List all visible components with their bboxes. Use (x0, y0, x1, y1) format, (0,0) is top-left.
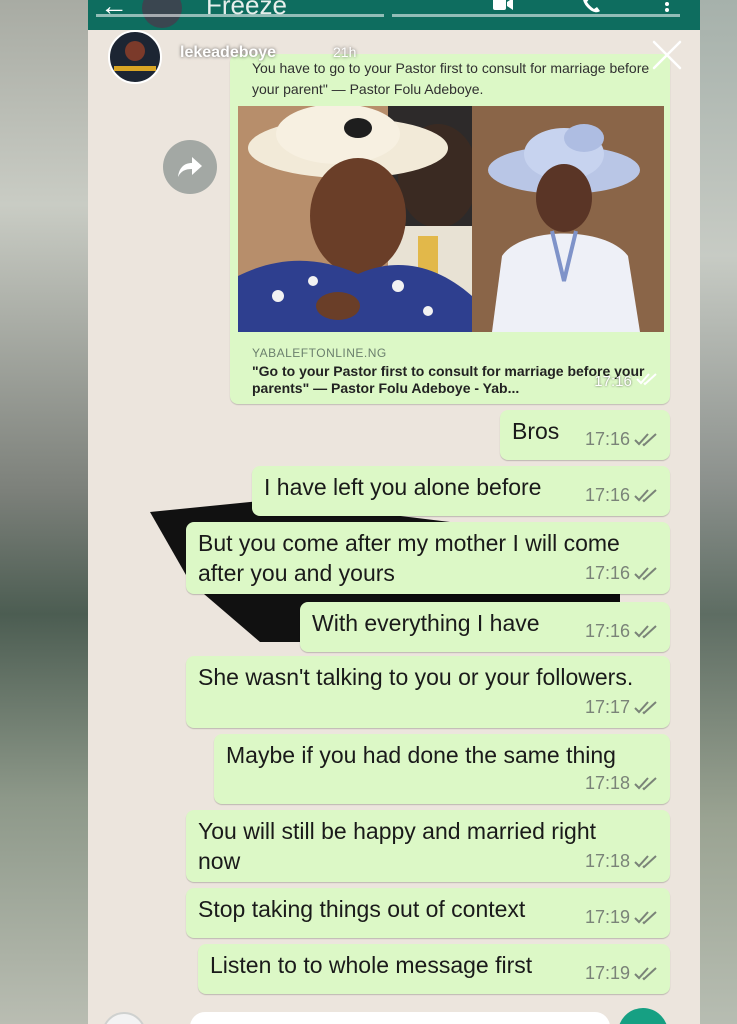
message-time: 17:16 (585, 424, 658, 454)
double-check-icon (630, 485, 658, 505)
message-timestamp: 17:16 (584, 563, 630, 583)
story-background-left (0, 0, 95, 1024)
forward-icon[interactable] (163, 140, 217, 194)
chat-header: ← Freeze (88, 0, 700, 30)
outgoing-message[interactable]: Maybe if you had done the same thing 17:1… (214, 734, 670, 804)
outgoing-message[interactable]: Bros 17:16 (500, 410, 670, 460)
link-quote-text: You have to go to your Pastor first to c… (252, 60, 650, 97)
outgoing-message[interactable]: Stop taking things out of context 17:19 (186, 888, 670, 938)
send-button[interactable] (618, 1008, 668, 1024)
message-time: 17:19 (585, 958, 658, 988)
back-arrow-icon[interactable]: ← (100, 0, 128, 22)
double-check-icon (636, 373, 657, 386)
message-input[interactable] (190, 1012, 610, 1024)
message-timestamp: 17:18 (584, 851, 630, 871)
double-check-icon (630, 907, 658, 927)
story-progress-segment (96, 14, 384, 17)
outgoing-message[interactable]: With everything I have 17:16 (300, 602, 670, 652)
link-preview-message[interactable]: You have to go to your Pastor first to c… (230, 54, 670, 404)
story-username[interactable]: lekeadeboye (180, 44, 276, 62)
message-timestamp: 17:16 (584, 621, 630, 641)
message-time: 17:16 (585, 558, 658, 588)
story-time: 21h (333, 44, 357, 60)
contact-name[interactable]: Freeze (206, 0, 287, 21)
more-vert-icon[interactable] (656, 0, 678, 14)
message-time: 17:16 (594, 372, 658, 390)
photo-woman-white-hat (238, 106, 478, 332)
message-timestamp: 17:18 (584, 773, 630, 793)
double-check-icon (630, 851, 658, 871)
double-check-icon (630, 563, 658, 583)
message-timestamp: 17:19 (584, 963, 630, 983)
avatar-banner (114, 66, 156, 71)
link-domain: YABALEFTONLINE.NG (252, 346, 387, 360)
outgoing-message[interactable]: Listen to to whole message first 17:19 (198, 944, 670, 994)
message-timestamp: 17:16 (584, 429, 630, 449)
message-time: 17:18 (585, 846, 658, 876)
double-check-icon (630, 697, 658, 717)
video-call-icon[interactable] (492, 0, 514, 14)
link-preview-image[interactable]: i (238, 106, 664, 332)
message-timestamp: 17:16 (594, 373, 632, 390)
outgoing-message[interactable]: You will still be happy and married righ… (186, 810, 670, 882)
photo-woman-blue-hat (472, 106, 664, 332)
outgoing-message[interactable]: I have left you alone before 17:16 (252, 466, 670, 516)
double-check-icon (630, 963, 658, 983)
message-text: She wasn't talking to you or your follow… (198, 664, 634, 690)
close-icon[interactable] (650, 38, 684, 72)
story-avatar[interactable] (108, 30, 162, 84)
double-check-icon (630, 429, 658, 449)
message-time: 17:16 (585, 616, 658, 646)
message-time: 17:18 (585, 768, 658, 798)
message-time: 17:17 (585, 692, 658, 722)
outgoing-message[interactable]: She wasn't talking to you or your follow… (186, 656, 670, 728)
message-timestamp: 17:19 (584, 907, 630, 927)
story-progress-segment (392, 14, 680, 17)
story-background-right (699, 0, 737, 1024)
avatar-face (125, 41, 145, 61)
double-check-icon (630, 773, 658, 793)
message-time: 17:19 (585, 902, 658, 932)
message-timestamp: 17:16 (584, 485, 630, 505)
message-text: Maybe if you had done the same thing (226, 742, 616, 768)
phone-icon[interactable] (580, 0, 602, 14)
double-check-icon (630, 621, 658, 641)
message-time: 17:16 (585, 480, 658, 510)
message-timestamp: 17:17 (584, 697, 630, 717)
outgoing-message[interactable]: But you come after my mother I will come… (186, 522, 670, 594)
emoji-button[interactable] (102, 1012, 146, 1024)
